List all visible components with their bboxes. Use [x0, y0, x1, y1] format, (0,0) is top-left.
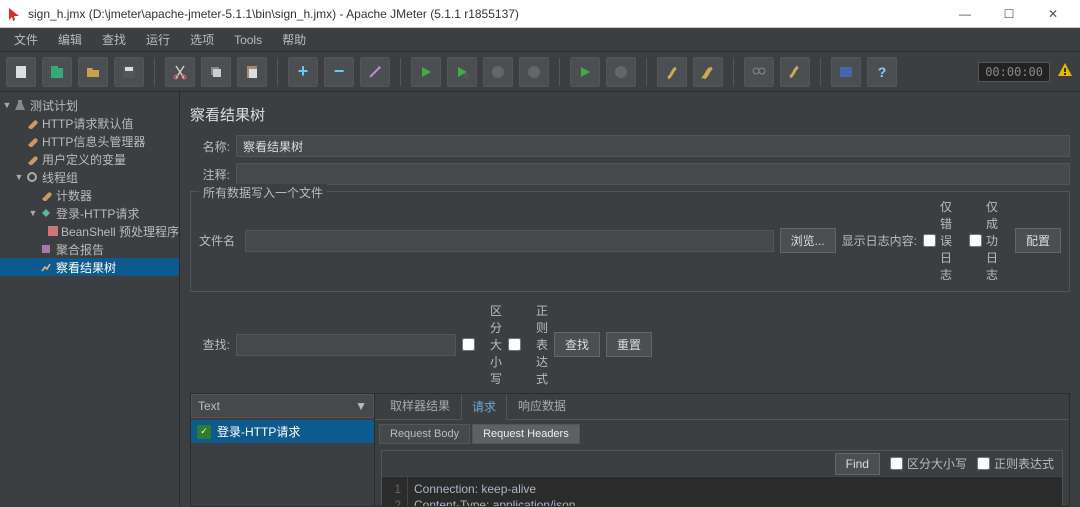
open-button[interactable] — [78, 57, 108, 87]
test-plan-tree[interactable]: ▼测试计划 HTTP请求默认值 HTTP信息头管理器 用户定义的变量 ▼线程组 … — [0, 92, 180, 507]
window-titlebar: sign_h.jmx (D:\jmeter\apache-jmeter-5.1.… — [0, 0, 1080, 28]
tree-beanshell[interactable]: BeanShell 预处理程序 — [0, 222, 179, 240]
subtab-request-headers[interactable]: Request Headers — [472, 424, 580, 444]
tree-counter[interactable]: 计数器 — [0, 186, 179, 204]
loglabel: 显示日志内容: — [842, 232, 917, 249]
elapsed-timer: 00:00:00 — [978, 62, 1050, 82]
reset-search-button[interactable] — [780, 57, 810, 87]
tab-response[interactable]: 响应数据 — [507, 393, 577, 419]
toggle-button[interactable] — [360, 57, 390, 87]
tree-results[interactable]: 察看结果树 — [0, 258, 179, 276]
sampler-icon — [38, 206, 54, 220]
result-item-label: 登录-HTTP请求 — [217, 423, 300, 440]
wrench-icon — [24, 134, 40, 148]
fieldset-legend: 所有数据写入一个文件 — [199, 184, 327, 201]
report-icon — [38, 242, 54, 256]
tree-item[interactable]: 用户定义的变量 — [0, 150, 179, 168]
success-shield-icon: ✓ — [197, 425, 211, 439]
templates-button[interactable] — [42, 57, 72, 87]
remote-start-button[interactable] — [570, 57, 600, 87]
only-success-check[interactable]: 仅成功日志 — [969, 198, 1009, 283]
code-lines[interactable]: Connection: keep-aliveContent-Type: appl… — [408, 477, 1062, 507]
tree-item[interactable]: HTTP信息头管理器 — [0, 132, 179, 150]
name-label: 名称: — [190, 138, 230, 155]
jmeter-logo-icon — [6, 6, 22, 22]
start-button[interactable] — [411, 57, 441, 87]
chevron-down-icon: ▼ — [355, 399, 367, 413]
search-label: 查找: — [190, 336, 230, 353]
flask-icon — [12, 98, 28, 112]
file-output-fieldset: 所有数据写入一个文件 文件名 浏览... 显示日志内容: 仅错误日志 仅成功日志… — [190, 191, 1070, 292]
tab-request[interactable]: 请求 — [461, 393, 507, 420]
name-input[interactable] — [236, 135, 1070, 157]
wrench-icon — [24, 152, 40, 166]
gear-icon — [24, 170, 40, 184]
menu-file[interactable]: 文件 — [6, 29, 46, 50]
results-icon — [38, 260, 54, 274]
configure-button[interactable]: 配置 — [1015, 228, 1061, 253]
shutdown-button[interactable] — [519, 57, 549, 87]
function-helper-button[interactable] — [831, 57, 861, 87]
code-regex-check[interactable]: 正则表达式 — [977, 455, 1054, 472]
menu-tools[interactable]: Tools — [226, 31, 270, 49]
content-panel: 察看结果树 名称: 注释: 所有数据写入一个文件 文件名 浏览... 显示日志内… — [180, 92, 1080, 507]
subtab-request-body[interactable]: Request Body — [379, 424, 470, 444]
reset-button[interactable]: 重置 — [606, 332, 652, 357]
close-button[interactable]: ✕ — [1040, 4, 1066, 24]
result-item[interactable]: ✓ 登录-HTTP请求 — [191, 420, 374, 443]
wrench-icon — [38, 188, 54, 202]
remote-stop-button[interactable] — [606, 57, 636, 87]
headers-code-panel: Find 区分大小写 正则表达式 1234567 Connection: kee… — [381, 450, 1063, 507]
menu-edit[interactable]: 编辑 — [50, 29, 90, 50]
menu-run[interactable]: 运行 — [138, 29, 178, 50]
tree-agg[interactable]: 聚合报告 — [0, 240, 179, 258]
comment-label: 注释: — [190, 166, 230, 183]
menu-help[interactable]: 帮助 — [274, 29, 314, 50]
script-icon — [47, 224, 59, 238]
tree-item[interactable]: HTTP请求默认值 — [0, 114, 179, 132]
code-find-button[interactable]: Find — [835, 453, 880, 475]
wrench-icon — [24, 116, 40, 130]
copy-button[interactable] — [201, 57, 231, 87]
menu-search[interactable]: 查找 — [94, 29, 134, 50]
browse-button[interactable]: 浏览... — [780, 228, 836, 253]
filename-input[interactable] — [245, 230, 774, 252]
clear-all-button[interactable] — [693, 57, 723, 87]
menubar: 文件 编辑 查找 运行 选项 Tools 帮助 — [0, 28, 1080, 52]
stop-button[interactable] — [483, 57, 513, 87]
tree-root[interactable]: ▼测试计划 — [0, 96, 179, 114]
panel-title: 察看结果树 — [190, 104, 1070, 125]
expand-button[interactable]: + — [288, 57, 318, 87]
code-case-check[interactable]: 区分大小写 — [890, 455, 967, 472]
tree-httpreq[interactable]: ▼登录-HTTP请求 — [0, 204, 179, 222]
new-button[interactable] — [6, 57, 36, 87]
start-notimers-button[interactable] — [447, 57, 477, 87]
search-input[interactable] — [236, 334, 456, 356]
find-button[interactable] — [744, 57, 774, 87]
minimize-button[interactable]: — — [952, 4, 978, 24]
warning-icon — [1056, 61, 1074, 82]
help-button[interactable]: ? — [867, 57, 897, 87]
toolbar: + − ? 00:00:00 — [0, 52, 1080, 92]
cut-button[interactable] — [165, 57, 195, 87]
filename-label: 文件名 — [199, 232, 239, 249]
case-sensitive-check[interactable]: 区分大小写 — [462, 302, 502, 387]
only-errors-check[interactable]: 仅错误日志 — [923, 198, 963, 283]
tree-threadgroup[interactable]: ▼线程组 — [0, 168, 179, 186]
comment-input[interactable] — [236, 163, 1070, 185]
results-list-panel: Text ▼ ✓ 登录-HTTP请求 — [191, 394, 375, 506]
window-title: sign_h.jmx (D:\jmeter\apache-jmeter-5.1.… — [28, 7, 952, 21]
save-button[interactable] — [114, 57, 144, 87]
search-button[interactable]: 查找 — [554, 332, 600, 357]
paste-button[interactable] — [237, 57, 267, 87]
collapse-button[interactable]: − — [324, 57, 354, 87]
clear-button[interactable] — [657, 57, 687, 87]
renderer-dropdown[interactable]: Text ▼ — [191, 394, 374, 418]
menu-options[interactable]: 选项 — [182, 29, 222, 50]
tab-sampler-result[interactable]: 取样器结果 — [379, 393, 461, 419]
regex-check[interactable]: 正则表达式 — [508, 302, 548, 387]
line-gutter: 1234567 — [382, 477, 408, 507]
maximize-button[interactable]: ☐ — [996, 4, 1022, 24]
